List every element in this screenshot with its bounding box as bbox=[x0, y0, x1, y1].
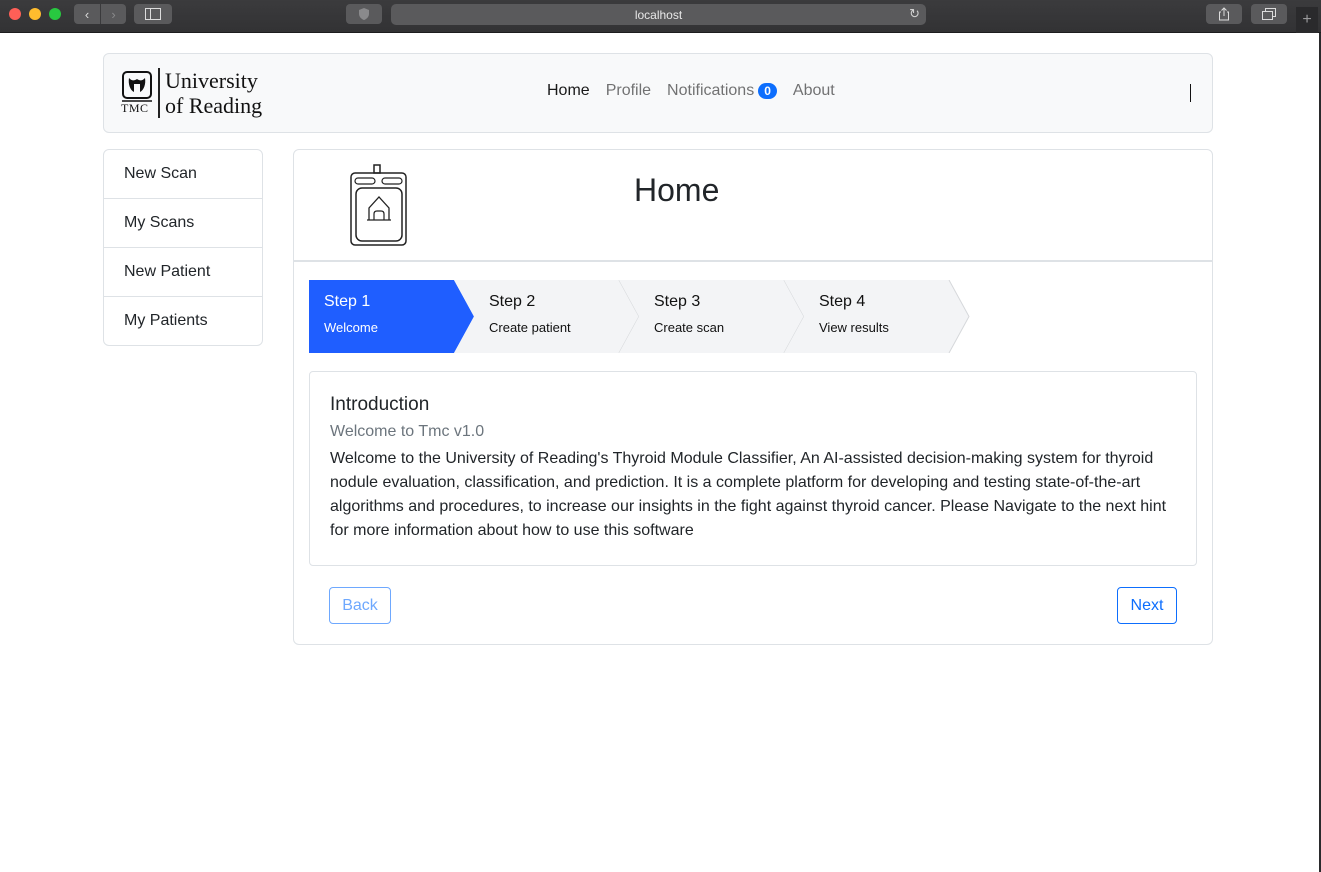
logo-divider bbox=[158, 68, 160, 118]
step-4-title: Step 4 bbox=[819, 293, 866, 310]
step-2[interactable]: Step 2 Create patient bbox=[454, 280, 644, 353]
tab-overview-icon[interactable] bbox=[1251, 4, 1287, 24]
step-4-shape bbox=[784, 280, 970, 353]
sidebar-item-my-patients[interactable]: My Patients bbox=[104, 297, 262, 345]
top-navbar: TMC University of Reading Home Profile N… bbox=[103, 53, 1213, 133]
share-icon[interactable] bbox=[1206, 4, 1242, 24]
reload-icon[interactable]: ↻ bbox=[909, 6, 920, 22]
address-bar[interactable]: localhost ↻ bbox=[391, 4, 926, 25]
main-nav: Home Profile Notifications 0 About bbox=[547, 82, 851, 100]
introduction-card: Introduction Welcome to Tmc v1.0 Welcome… bbox=[309, 371, 1197, 566]
next-button[interactable]: Next bbox=[1117, 587, 1177, 624]
logo-line-2: of Reading bbox=[165, 93, 263, 118]
sidebar-item-new-patient[interactable]: New Patient bbox=[104, 248, 262, 297]
step-3-shape bbox=[619, 280, 805, 353]
step-1-shape bbox=[309, 280, 474, 353]
sidebar-item-my-scans[interactable]: My Scans bbox=[104, 199, 262, 248]
notifications-count-badge: 0 bbox=[758, 83, 777, 99]
text-cursor bbox=[1190, 84, 1191, 102]
step-3-title: Step 3 bbox=[654, 293, 701, 310]
back-button[interactable]: Back bbox=[329, 587, 391, 624]
intro-body: Welcome to the University of Reading's T… bbox=[330, 450, 1167, 539]
step-1-title: Step 1 bbox=[324, 293, 371, 310]
step-3-subtitle: Create scan bbox=[654, 320, 725, 335]
sidebar-menu: New Scan My Scans New Patient My Patient… bbox=[103, 149, 263, 346]
nav-notifications-label: Notifications bbox=[667, 82, 755, 99]
nav-profile[interactable]: Profile bbox=[606, 82, 651, 100]
logo-wordmark: University of Reading bbox=[165, 68, 262, 118]
step-2-subtitle: Create patient bbox=[489, 320, 571, 335]
step-2-shape bbox=[454, 280, 640, 353]
step-2-title: Step 2 bbox=[489, 293, 536, 310]
zoom-window-icon[interactable] bbox=[49, 8, 61, 20]
nav-notifications[interactable]: Notifications 0 bbox=[667, 82, 777, 100]
back-arrow-icon[interactable]: ‹ bbox=[74, 4, 100, 24]
sidebar-item-new-scan[interactable]: New Scan bbox=[104, 150, 262, 199]
step-3[interactable]: Step 3 Create scan bbox=[619, 280, 809, 353]
progress-stepper: Step 1 Welcome Step 2 Create patient Ste… bbox=[309, 280, 989, 353]
logo-line-1: University bbox=[165, 68, 258, 93]
step-1-subtitle: Welcome bbox=[324, 320, 378, 335]
nav-about[interactable]: About bbox=[793, 82, 835, 100]
university-logo[interactable]: TMC University of Reading bbox=[120, 68, 280, 120]
nav-home[interactable]: Home bbox=[547, 82, 590, 100]
card-header: Home bbox=[294, 150, 1212, 262]
close-window-icon[interactable] bbox=[9, 8, 21, 20]
intro-title: Introduction bbox=[330, 394, 430, 415]
intro-subtitle: Welcome to Tmc v1.0 bbox=[330, 423, 485, 440]
minimize-window-icon[interactable] bbox=[29, 8, 41, 20]
step-4[interactable]: Step 4 View results bbox=[784, 280, 974, 353]
privacy-shield-icon[interactable] bbox=[346, 4, 382, 24]
main-card: Home Step 1 Welcome Step 2 Create patien… bbox=[293, 149, 1213, 645]
forward-arrow-icon[interactable]: › bbox=[100, 4, 126, 24]
url-text: localhost bbox=[634, 7, 683, 22]
new-tab-icon[interactable]: + bbox=[1296, 7, 1318, 33]
home-device-icon bbox=[350, 164, 407, 246]
logo-mark-text: TMC bbox=[121, 101, 149, 115]
sidebar-toggle-icon[interactable] bbox=[134, 4, 172, 24]
page-title: Home bbox=[634, 172, 720, 208]
step-1[interactable]: Step 1 Welcome bbox=[309, 280, 475, 353]
step-4-subtitle: View results bbox=[819, 320, 889, 335]
browser-toolbar: ‹ › localhost ↻ + bbox=[0, 0, 1321, 33]
